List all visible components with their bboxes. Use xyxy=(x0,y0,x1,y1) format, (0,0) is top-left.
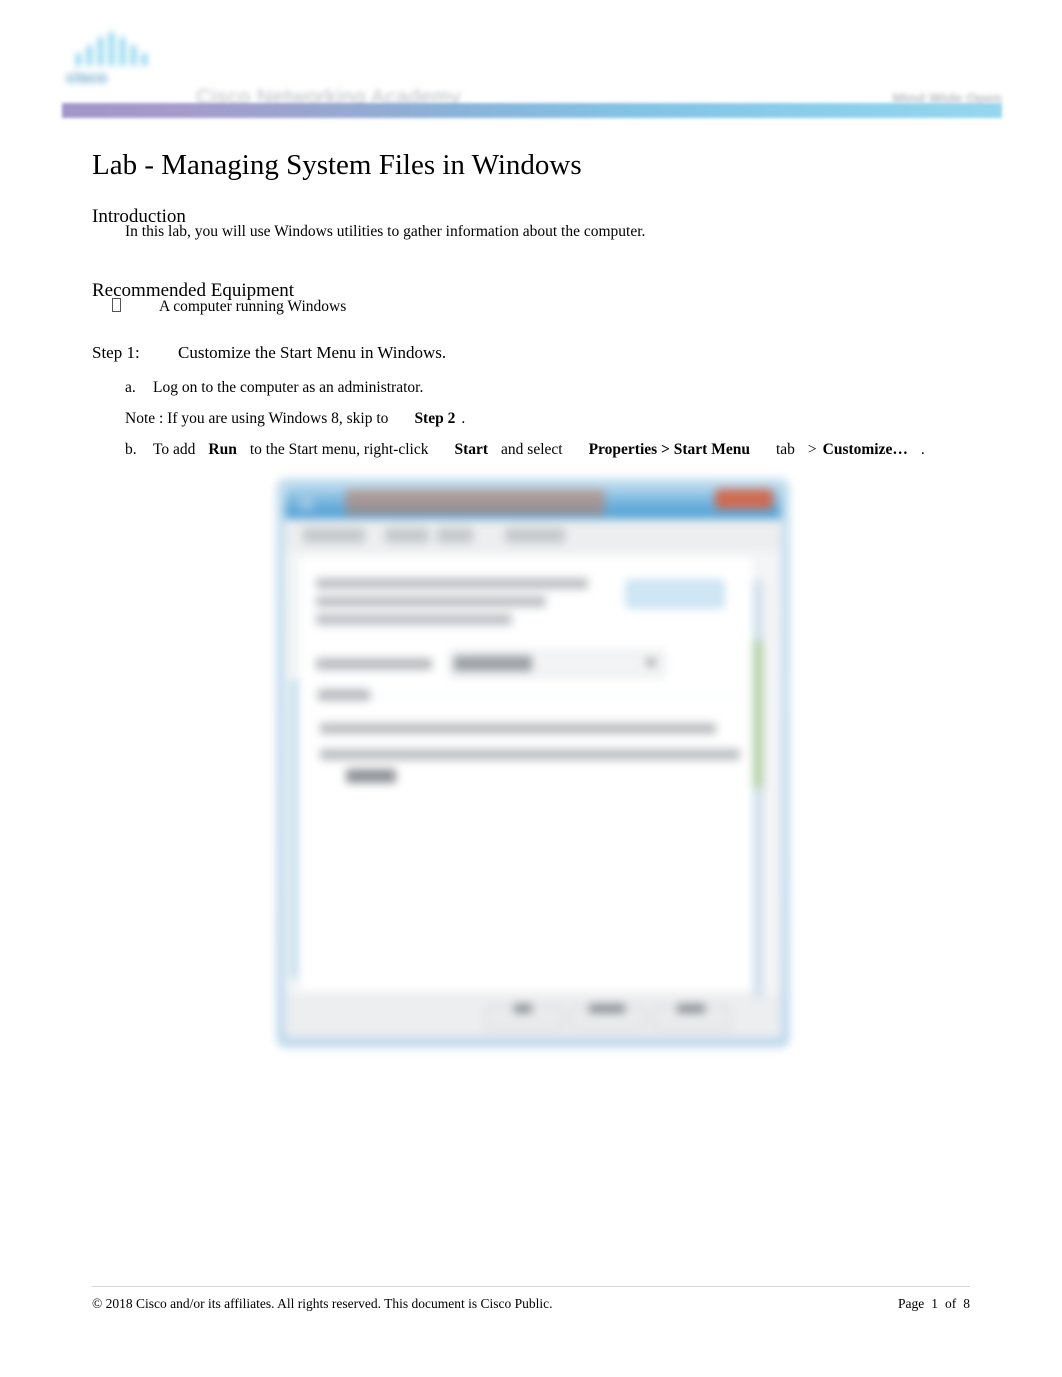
cisco-logo-wordmark: cisco xyxy=(66,68,107,87)
left-edge-accent xyxy=(291,679,298,979)
customize-button[interactable] xyxy=(626,580,724,608)
step-item-b: b. To add Run to the Start menu, right-clic… xyxy=(125,441,925,459)
tab-start-menu-part2[interactable] xyxy=(437,528,473,543)
dialog-content-panel xyxy=(297,555,755,1035)
step-item-b-bold-run: Run xyxy=(208,441,237,458)
power-button-action-select[interactable] xyxy=(450,651,664,677)
checkbox-row-recent-programs[interactable] xyxy=(320,723,716,734)
step-number-label: Step 1: xyxy=(92,343,140,362)
cisco-logo: cisco xyxy=(62,32,166,94)
apply-button-label xyxy=(677,1004,705,1013)
chevron-down-icon xyxy=(645,660,657,667)
step-item-b-part6: . xyxy=(920,441,925,458)
dialog-title-bar xyxy=(285,485,781,519)
step-item-b-bold-start: Start xyxy=(454,441,489,458)
scrollbar-thumb[interactable] xyxy=(753,639,763,789)
introduction-paragraph: In this lab, you will use Windows utilit… xyxy=(125,223,646,240)
dialog-title-highlight xyxy=(345,489,605,515)
step-item-a: a. Log on to the computer as an administr… xyxy=(125,379,423,397)
privacy-group-title xyxy=(318,689,370,701)
page-of-word: of xyxy=(945,1296,957,1311)
footer-divider xyxy=(92,1286,970,1287)
step-item-b-letter: b. xyxy=(125,441,137,458)
step-item-b-bold-properties-start-menu: Properties > Start Menu xyxy=(588,441,750,458)
cancel-button-label xyxy=(589,1004,625,1013)
step-title-label: Customize the Start Menu in Windows. xyxy=(178,343,447,362)
panel-description-line-3 xyxy=(316,614,512,625)
power-button-action-label xyxy=(316,658,432,670)
embedded-screenshot xyxy=(275,477,791,1049)
page-current: 1 xyxy=(931,1296,938,1311)
step-item-a-text: Log on to the computer as an administrat… xyxy=(153,379,424,396)
footer-copyright: © 2018 Cisco and/or its affiliates. All … xyxy=(92,1296,553,1311)
step-item-b-part4: tab xyxy=(775,441,795,458)
checkbox-row-overflow[interactable] xyxy=(346,769,396,783)
select-current-value xyxy=(454,656,532,671)
step-item-b-part2: to the Start menu, right-click xyxy=(249,441,429,458)
cisco-bridge-icon xyxy=(74,32,154,66)
dialog-button-bar xyxy=(285,996,781,1037)
step-note: Note : If you are using Windows 8, skip … xyxy=(125,410,465,428)
dialog-tab-strip[interactable] xyxy=(285,519,781,551)
step-item-b-part3: and select xyxy=(501,441,563,458)
privacy-group-box xyxy=(312,689,740,809)
step-heading: Step 1: Customize the Start Menu in Windo… xyxy=(92,343,446,363)
panel-description-line-1 xyxy=(316,578,588,589)
page-label: Page xyxy=(898,1296,925,1311)
step-item-a-letter: a. xyxy=(125,379,136,396)
step-item-b-bold-customize: Customize… xyxy=(822,441,908,458)
tab-toolbars[interactable] xyxy=(505,528,565,543)
missing-glyph-bullet-icon xyxy=(112,298,121,312)
scrollbar[interactable] xyxy=(753,579,763,1009)
footer-page-number: Page 1 of 8 xyxy=(898,1296,970,1312)
dialog-body xyxy=(285,519,781,1037)
step-note-prefix: Note : If you are using Windows 8, skip … xyxy=(125,410,389,427)
page-total: 8 xyxy=(963,1296,970,1311)
panel-description-line-2 xyxy=(316,596,546,607)
page-title: Lab - Managing System Files in Windows xyxy=(92,149,582,182)
step-item-b-part5: > xyxy=(807,441,817,458)
list-item: A computer running Windows xyxy=(112,298,346,316)
dialog-window-icon xyxy=(299,496,313,510)
header-gradient-rule xyxy=(62,103,1002,118)
ok-button-label xyxy=(514,1004,532,1013)
close-icon[interactable] xyxy=(715,489,773,509)
tab-start-menu-part1[interactable] xyxy=(385,528,429,543)
document-header: cisco Cisco Networking Academy Mind Wide… xyxy=(62,28,1002,109)
step-note-bold-reference: Step 2 xyxy=(414,410,456,427)
document-page: cisco Cisco Networking Academy Mind Wide… xyxy=(0,0,1062,1377)
taskbar-properties-dialog-image xyxy=(275,477,791,1049)
tab-taskbar[interactable] xyxy=(303,528,365,543)
step-item-b-part1: To add xyxy=(153,441,196,458)
step-note-suffix: . xyxy=(461,410,466,427)
list-item-label: A computer running Windows xyxy=(159,298,347,315)
checkbox-row-recent-items[interactable] xyxy=(320,749,740,760)
